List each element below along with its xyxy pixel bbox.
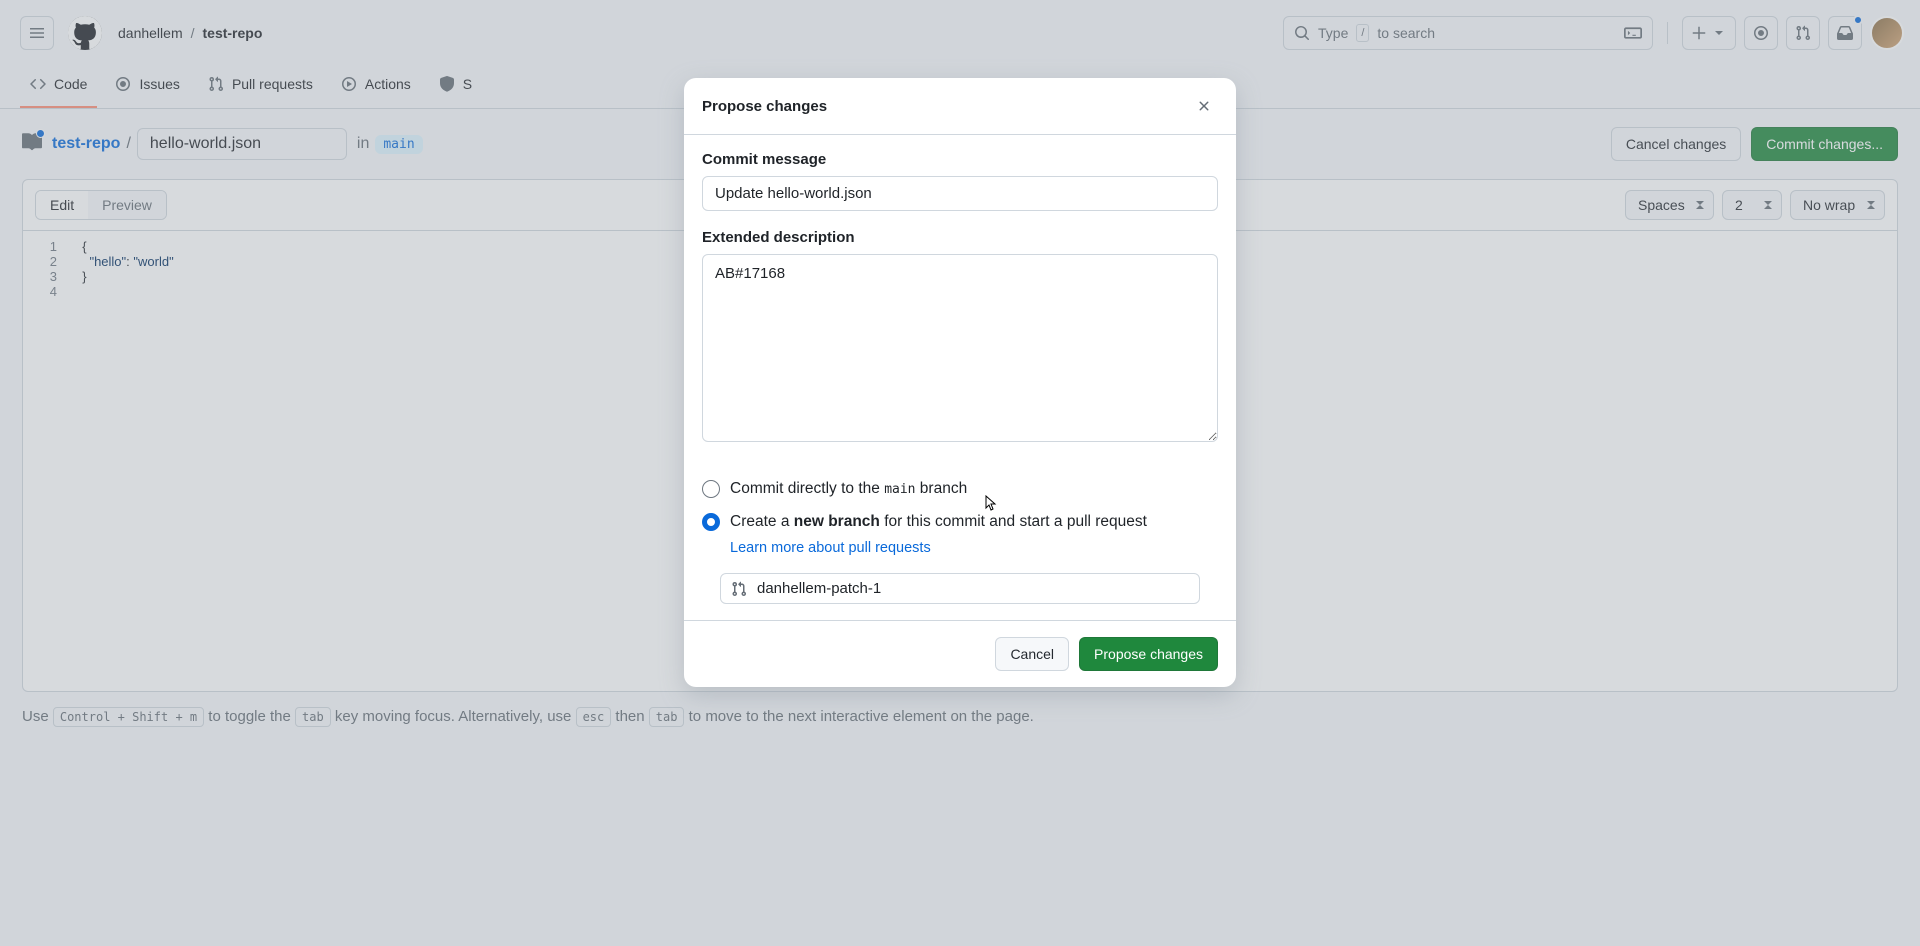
create-branch-option[interactable]: Create a new branch for this commit and … — [702, 510, 1218, 559]
dialog-header: Propose changes — [684, 78, 1236, 135]
branch-name-input[interactable] — [757, 580, 1189, 597]
radio-unchecked[interactable] — [702, 480, 720, 498]
dialog-title: Propose changes — [702, 98, 827, 115]
mouse-cursor — [985, 495, 999, 514]
cancel-button[interactable]: Cancel — [995, 637, 1069, 671]
branch-name-field[interactable] — [720, 573, 1200, 604]
learn-more-link[interactable]: Learn more about pull requests — [730, 538, 1147, 560]
commit-direct-option[interactable]: Commit directly to the main branch — [702, 477, 1218, 500]
radio-checked[interactable] — [702, 513, 720, 531]
close-icon — [1196, 98, 1212, 114]
dialog-body: Commit message Extended description Comm… — [684, 135, 1236, 620]
propose-changes-dialog: Propose changes Commit message Extended … — [684, 78, 1236, 687]
commit-message-input[interactable] — [702, 176, 1218, 211]
git-branch-icon — [731, 581, 747, 597]
commit-message-label: Commit message — [702, 151, 1218, 168]
propose-changes-button[interactable]: Propose changes — [1079, 637, 1218, 671]
dialog-footer: Cancel Propose changes — [684, 620, 1236, 687]
extended-description-input[interactable] — [702, 254, 1218, 442]
close-dialog-button[interactable] — [1190, 92, 1218, 120]
extended-description-label: Extended description — [702, 229, 1218, 246]
